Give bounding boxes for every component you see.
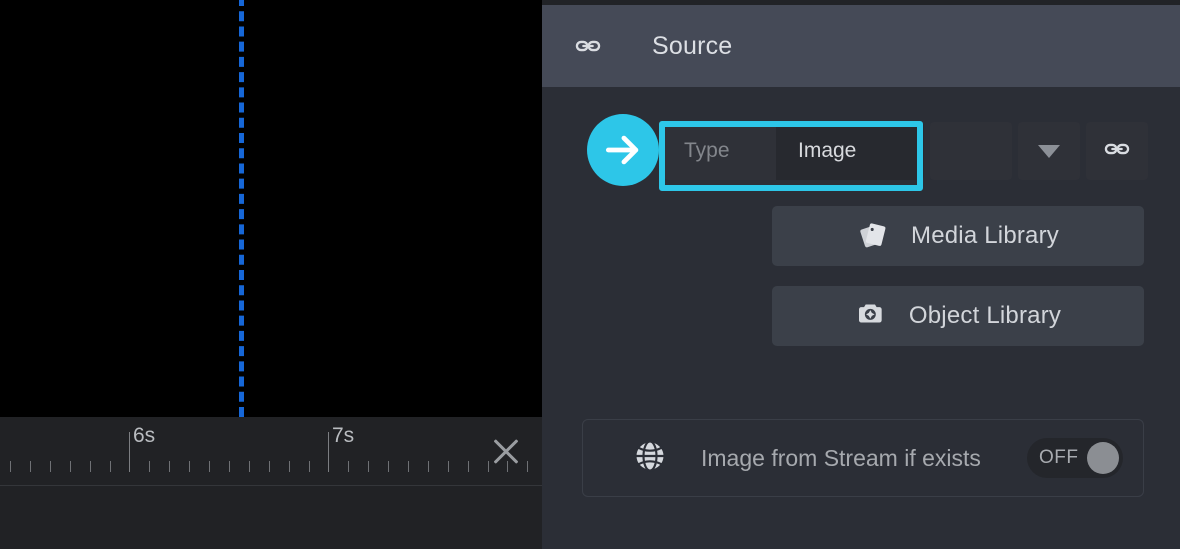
media-library-label: Media Library — [911, 222, 1059, 249]
timeline-ruler[interactable]: 6s 7s — [0, 417, 542, 486]
ruler-tick — [269, 461, 270, 472]
photo-stack-icon — [857, 218, 889, 255]
object-library-button[interactable]: Object Library — [772, 286, 1144, 346]
link-button[interactable] — [1086, 122, 1148, 180]
ruler-tick — [289, 461, 290, 472]
playhead-line[interactable] — [239, 0, 244, 417]
ruler-label-6s: 6s — [133, 424, 156, 447]
globe-icon — [631, 437, 669, 480]
ruler-major-tick — [129, 432, 130, 472]
ruler-tick — [348, 461, 349, 472]
ruler-tick — [10, 461, 11, 472]
app-root: 6s 7s Source Type Image Media Library Ob… — [0, 0, 1180, 549]
ruler-tick — [110, 461, 111, 472]
object-library-label: Object Library — [908, 302, 1062, 329]
ruler-tick — [468, 461, 469, 472]
ruler-tick — [149, 461, 150, 472]
ruler-tick — [169, 461, 170, 472]
toggle-knob[interactable] — [1087, 442, 1119, 474]
panel-header: Source — [542, 5, 1180, 87]
arrow-right-icon — [587, 114, 659, 186]
type-field-value[interactable]: Image — [776, 122, 924, 180]
ruler-major-tick — [328, 432, 329, 472]
media-library-button[interactable]: Media Library — [772, 206, 1144, 266]
image-from-stream-row[interactable]: Image from Stream if exists OFF — [582, 419, 1144, 497]
caret-shape — [1038, 144, 1060, 158]
ruler-tick — [50, 461, 51, 472]
ruler-tick — [30, 461, 31, 472]
ruler-tick — [90, 461, 91, 472]
chevron-down-icon[interactable] — [1018, 122, 1080, 180]
preview-viewport[interactable] — [0, 0, 542, 417]
ruler-tick — [428, 461, 429, 472]
ruler-tick — [309, 461, 310, 472]
link-icon — [574, 32, 602, 60]
timeline-track-area[interactable] — [0, 486, 542, 549]
type-field-row: Type Image — [664, 122, 1148, 180]
type-field-label: Type — [664, 122, 776, 180]
ruler-tick — [209, 461, 210, 472]
ruler-tick — [408, 461, 409, 472]
type-secondary-field[interactable] — [930, 122, 1012, 180]
ruler-tick — [388, 461, 389, 472]
close-icon[interactable] — [484, 429, 528, 473]
ruler-tick — [70, 461, 71, 472]
editor-left-column: 6s 7s — [0, 0, 542, 549]
panel-body: Type Image Media Library Object Library … — [542, 87, 1180, 549]
image-from-stream-label: Image from Stream if exists — [701, 444, 981, 471]
ruler-tick — [229, 461, 230, 472]
toggle-state-label: OFF — [1039, 447, 1079, 468]
image-from-stream-toggle[interactable]: OFF — [1027, 438, 1123, 478]
type-field[interactable]: Type Image — [664, 122, 924, 180]
ruler-label-7s: 7s — [332, 424, 355, 447]
ruler-tick — [368, 461, 369, 472]
ruler-tick — [448, 461, 449, 472]
source-panel: Source Type Image Media Library Object L… — [542, 0, 1180, 549]
page-title: Source — [652, 31, 733, 60]
ruler-tick — [189, 461, 190, 472]
link-icon — [1103, 135, 1131, 168]
camera-object-icon — [855, 298, 887, 335]
ruler-tick — [249, 461, 250, 472]
